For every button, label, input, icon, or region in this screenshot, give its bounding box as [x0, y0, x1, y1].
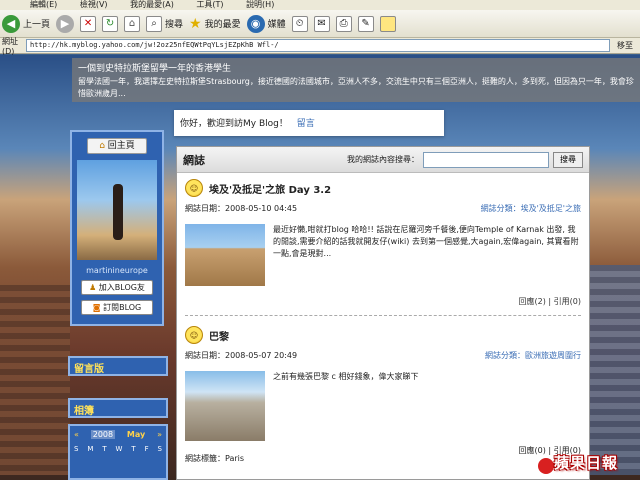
blog-main-panel: 網誌 我的網誌內容搜尋： 搜尋 ☺ 埃及'及抵足'之旅 Day 3.2 網誌日期… — [176, 146, 590, 480]
search-icon: ⌕ — [146, 15, 163, 32]
media-button[interactable]: ◉ 媒體 — [246, 14, 286, 33]
post-title[interactable]: 巴黎 — [209, 328, 229, 343]
smiley-icon: ☺ — [185, 326, 203, 344]
subscribe-button[interactable]: ◙ 訂閱BLOG — [81, 300, 153, 315]
menu-edit[interactable]: 編輯(E) — [30, 0, 57, 9]
post-thumbnail[interactable] — [185, 371, 265, 441]
media-icon: ◉ — [246, 14, 265, 33]
post-date: 網誌日期：2008-05-10 04:45 — [185, 204, 298, 213]
history-icon[interactable]: ⏲ — [291, 15, 308, 32]
browser-toolbar: ◀ 上一頁 ▶ ✕ ↻ ⌂ ⌕ 搜尋 ★ 我的最愛 ◉ 媒體 ⏲ ✉ ⎙ ✎ — [0, 10, 640, 38]
calendar: « 2008 May » S M T W T F S — [68, 424, 168, 480]
blog-search-button[interactable]: 搜尋 — [553, 151, 583, 168]
blog-header: 一個到史特拉斯堡留學一年的香港學生 留學法國一年，我選擇左史特拉斯堡Strasb… — [72, 58, 640, 102]
username: martinineurope — [86, 266, 148, 275]
blog-description: 留學法國一年，我選擇左史特拉斯堡Strasbourg，接近德國的法國城市，亞洲人… — [78, 77, 634, 98]
calendar-weekdays: S M T W T F S — [74, 445, 162, 453]
calendar-year[interactable]: 2008 — [90, 430, 116, 439]
print-icon[interactable]: ⎙ — [335, 15, 352, 32]
go-button[interactable]: 移至 — [610, 40, 640, 51]
blog-post: ☺ 埃及'及抵足'之旅 Day 3.2 網誌日期：2008-05-10 04:4… — [177, 173, 589, 311]
forward-button[interactable]: ▶ — [56, 14, 75, 33]
next-month-icon[interactable]: » — [157, 430, 162, 439]
post-category[interactable]: 網誌分類：歐洲旅遊周圍行 — [485, 350, 581, 361]
menu-bar: 編輯(E) 檢視(V) 我的最愛(A) 工具(T) 說明(H) — [0, 0, 640, 10]
search-label: 我的網誌內容搜尋： — [347, 155, 419, 164]
add-friend-button[interactable]: ♟ 加入BLOG友 — [81, 280, 153, 295]
welcome-box: 你好，歡迎到訪My Blog！ 留言 — [174, 110, 444, 136]
post-date: 網誌日期：2008-05-07 20:49 — [185, 351, 298, 360]
note-icon[interactable] — [379, 15, 396, 32]
address-bar: 網址(D) http://hk.myblog.yahoo.com/jw!2oz2… — [0, 36, 640, 56]
blog-title: 一個到史特拉斯堡留學一年的香港學生 — [78, 64, 232, 74]
rss-icon: ◙ — [92, 303, 101, 312]
post-category[interactable]: 網誌分類：埃及'及抵足'之旅 — [481, 203, 581, 214]
post-footer[interactable]: 回應(2) | 引用(0) — [185, 296, 581, 307]
post-excerpt: 之前有幾張巴黎 c 相好錢象，偉大家睇下 — [273, 372, 419, 381]
star-icon: ★ — [189, 15, 202, 32]
back-arrow-icon: ◀ — [2, 14, 20, 33]
stand-left — [0, 285, 70, 475]
post-title[interactable]: 埃及'及抵足'之旅 Day 3.2 — [209, 181, 331, 196]
url-input[interactable]: http://hk.myblog.yahoo.com/jw!2oz25nfEQW… — [26, 39, 610, 52]
prev-month-icon[interactable]: « — [74, 430, 79, 439]
menu-favorites[interactable]: 我的最愛(A) — [130, 0, 174, 9]
apple-logo-icon — [538, 458, 554, 474]
menu-tools[interactable]: 工具(T) — [196, 0, 223, 9]
stop-icon[interactable]: ✕ — [80, 15, 97, 32]
album-heading[interactable]: 相簿 — [68, 398, 168, 418]
menu-help[interactable]: 說明(H) — [246, 0, 274, 9]
edit-icon[interactable]: ✎ — [357, 15, 374, 32]
guestbook-heading[interactable]: 留言版 — [68, 356, 168, 376]
profile-photo — [77, 160, 157, 260]
home-icon[interactable]: ⌂ — [124, 15, 141, 32]
post-divider — [185, 315, 581, 316]
profile-box: ⌂ 回主頁 martinineurope ♟ 加入BLOG友 ◙ 訂閱BLOG — [70, 130, 164, 326]
smiley-icon: ☺ — [185, 179, 203, 197]
search-button[interactable]: ⌕ 搜尋 — [146, 15, 183, 32]
address-label: 網址(D) — [2, 36, 18, 56]
calendar-month[interactable]: May — [127, 430, 145, 439]
house-icon: ⌂ — [99, 141, 105, 151]
welcome-text: 你好，歡迎到訪My Blog！ — [180, 119, 288, 129]
blog-panel-header: 網誌 我的網誌內容搜尋： 搜尋 — [177, 147, 589, 173]
back-button[interactable]: ◀ 上一頁 — [2, 14, 50, 33]
blog-search-input[interactable] — [423, 151, 549, 168]
refresh-icon[interactable]: ↻ — [102, 15, 119, 32]
post-excerpt: 最近好懶,咁就打blog 哈哈!! 話說在尼羅河旁千餐後,便向Temple of… — [273, 225, 579, 258]
post-tags[interactable]: 網誌標籤：Paris — [185, 453, 244, 464]
favorites-button[interactable]: ★ 我的最愛 — [189, 16, 241, 32]
panel-title: 網誌 — [183, 153, 205, 167]
home-page-button[interactable]: ⌂ 回主頁 — [87, 138, 147, 154]
add-user-icon: ♟ — [89, 283, 97, 292]
menu-view[interactable]: 檢視(V) — [80, 0, 108, 9]
apple-daily-watermark: 蘋果日報 — [538, 452, 638, 478]
blog-post: ☺ 巴黎 網誌日期：2008-05-07 20:49 網誌分類：歐洲旅遊周圍行 … — [177, 320, 589, 468]
mail-icon[interactable]: ✉ — [313, 15, 330, 32]
post-thumbnail[interactable] — [185, 224, 265, 286]
watermark-text: 蘋果日報 — [554, 454, 619, 472]
guestbook-link[interactable]: 留言 — [297, 119, 315, 129]
